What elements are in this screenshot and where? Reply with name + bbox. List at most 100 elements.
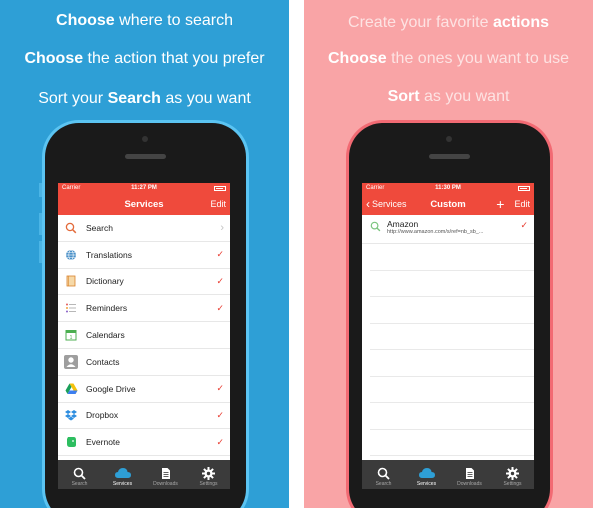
service-row[interactable]: Translations ✓ (58, 242, 230, 269)
tab-label: Settings (503, 481, 522, 487)
right-phone-screen: Carrier 11:30 PM ‹ Services Custom + Edi… (362, 183, 534, 489)
empty-row (370, 271, 534, 297)
contacts-icon (64, 354, 78, 369)
tab-label: Downloads (457, 481, 482, 487)
tab-settings[interactable]: Settings (187, 460, 230, 489)
left-headline-2: Choose the action that you prefer (24, 50, 265, 67)
tab-services[interactable]: Services (101, 460, 144, 489)
phone-frame: Carrier 11:30 PM ‹ Services Custom + Edi… (349, 123, 550, 508)
service-row[interactable]: Contacts (58, 349, 230, 376)
cloud-icon (114, 465, 132, 481)
gear-icon (202, 465, 215, 481)
tab-downloads[interactable]: Downloads (448, 460, 491, 489)
service-row[interactable]: Search › (58, 215, 230, 242)
tab-services[interactable]: Services (405, 460, 448, 489)
right-headline-1: Create your favorite actions (348, 14, 549, 31)
camera-dot (142, 136, 148, 142)
checkmark-icon: ✓ (216, 409, 224, 420)
status-bar: Carrier 11:30 PM (362, 183, 534, 193)
service-label: Contacts (86, 356, 120, 367)
custom-action-name: Amazon (387, 219, 419, 229)
status-time: 11:30 PM (435, 185, 461, 191)
tab-downloads[interactable]: Downloads (144, 460, 187, 489)
search-icon (377, 465, 390, 481)
checkmark-icon: ✓ (216, 436, 224, 447)
phone-side-button (39, 183, 42, 197)
search-icon (73, 465, 86, 481)
tab-label: Settings (199, 481, 218, 487)
empty-list-area (362, 244, 534, 456)
tab-label: Search (375, 481, 392, 487)
empty-row (370, 350, 534, 377)
search-icon (64, 221, 78, 235)
right-headline-2: Choose the ones you want to use (327, 50, 569, 67)
tab-search[interactable]: Search (362, 460, 405, 489)
service-label: Dictionary (86, 276, 124, 287)
tab-label: Search (71, 481, 88, 487)
checkmark-icon: ✓ (216, 302, 224, 313)
phone-side-button (39, 241, 42, 263)
phone-frame: Carrier 11:27 PM Services Edit Search › Tr… (39, 123, 246, 508)
service-label: Google Drive (86, 383, 136, 394)
empty-row (370, 324, 534, 350)
right-headline-3: Sort as you want (387, 88, 510, 105)
tab-search[interactable]: Search (58, 460, 101, 489)
checkmark-icon: ✓ (216, 249, 224, 260)
service-label: Calendars (86, 330, 125, 341)
service-row[interactable]: 1 Calendars (58, 322, 230, 349)
service-label: Reminders (86, 303, 128, 314)
checkmark-icon: ✓ (520, 220, 528, 230)
left-headline-1: Choose where to search (56, 12, 233, 29)
service-row[interactable]: Dictionary ✓ (58, 269, 230, 296)
status-bar: Carrier 11:27 PM (58, 183, 230, 193)
left-headline-3: Sort your Search as you want (38, 90, 251, 107)
tab-bar: Search Services Downloads Settings (362, 460, 534, 489)
empty-row (370, 403, 534, 430)
phone-side-button (39, 213, 42, 235)
svg-text:1: 1 (70, 335, 73, 341)
empty-row (370, 297, 534, 324)
document-icon (161, 465, 171, 481)
camera-dot (446, 136, 452, 142)
status-time: 11:27 PM (131, 185, 157, 191)
custom-action-row[interactable]: Amazon http://www.amazon.com/s/ref=nb_sb… (362, 215, 534, 244)
dropbox-icon (64, 408, 78, 422)
tab-label: Downloads (153, 481, 178, 487)
custom-navbar: ‹ Services Custom + Edit (362, 193, 534, 215)
add-button[interactable]: + (496, 197, 504, 211)
chevron-right-icon: › (220, 221, 224, 234)
reminders-icon (64, 301, 78, 315)
globe-icon (64, 248, 78, 262)
empty-row (370, 430, 534, 456)
empty-row (370, 244, 534, 271)
services-list: Search › Translations ✓ Dictionary ✓ Reminders… (58, 215, 230, 457)
custom-action-url: http://www.amazon.com/s/ref=nb_sb_... (387, 229, 484, 235)
back-button[interactable]: ‹ Services (366, 198, 407, 210)
service-row[interactable]: Dropbox ✓ (58, 403, 230, 430)
back-label: Services (372, 199, 407, 209)
evernote-icon (64, 435, 78, 449)
service-label: Search (86, 222, 113, 233)
tab-settings[interactable]: Settings (491, 460, 534, 489)
service-row[interactable]: Evernote ✓ (58, 429, 230, 457)
speaker-grille (125, 154, 166, 159)
service-label: Dropbox (86, 410, 119, 421)
chevron-left-icon: ‹ (366, 197, 370, 211)
edit-button[interactable]: Edit (514, 199, 530, 209)
edit-button[interactable]: Edit (210, 199, 226, 209)
search-icon (370, 219, 381, 237)
document-icon (465, 465, 475, 481)
checkmark-icon: ✓ (216, 383, 224, 394)
left-promo-panel: Choose where to search Choose the action… (0, 0, 289, 508)
nav-title: Services (124, 198, 164, 210)
tab-label: Services (416, 481, 437, 487)
gear-icon (506, 465, 519, 481)
dictionary-icon (64, 274, 78, 288)
service-row[interactable]: Google Drive ✓ (58, 376, 230, 403)
service-row[interactable]: Reminders ✓ (58, 295, 230, 323)
speaker-grille (429, 154, 470, 159)
tab-label: Services (112, 481, 133, 487)
empty-row (370, 377, 534, 403)
service-label: Translations (86, 249, 132, 260)
right-promo-panel: Create your favorite actions Choose the … (304, 0, 593, 508)
